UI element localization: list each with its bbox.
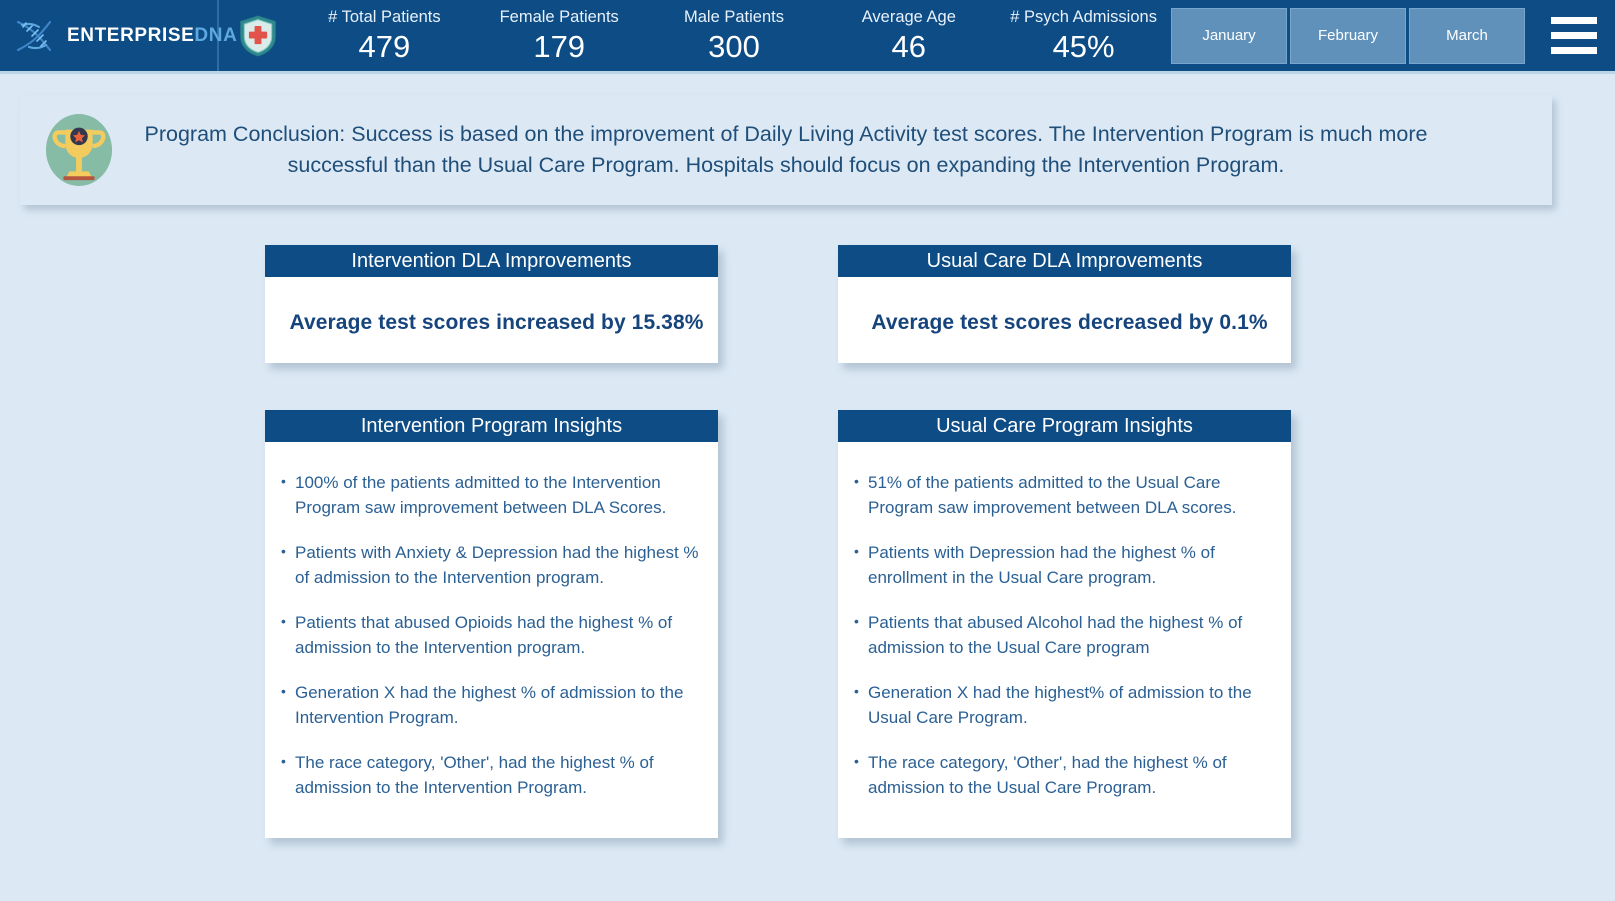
hamburger-bar <box>1551 47 1597 54</box>
list-item: Patients with Depression had the highest… <box>854 539 1277 590</box>
kpi-value: 479 <box>358 29 411 64</box>
app-header: ENTERPRISEDNA # Total Patients 479 Femal… <box>0 0 1615 74</box>
intervention-dla-score: Average test scores increased by 15.38% <box>289 311 704 334</box>
kpi-average-age: Average Age 46 <box>821 4 996 66</box>
intervention-dla-card: Intervention DLA Improvements Average te… <box>265 245 718 363</box>
kpi-psych-admissions: # Psych Admissions 45% <box>996 4 1171 66</box>
usual-care-insights-card: Usual Care Program Insights 51% of the p… <box>838 410 1291 838</box>
kpi-male-patients: Male Patients 300 <box>647 4 822 66</box>
dna-helix-icon <box>12 19 56 53</box>
trophy-icon <box>20 112 138 188</box>
usual-care-insights-list: 51% of the patients admitted to the Usua… <box>838 442 1291 800</box>
month-button-january[interactable]: January <box>1171 7 1287 64</box>
list-item: Generation X had the highest% of admissi… <box>854 679 1277 730</box>
kpi-label: Average Age <box>861 8 956 26</box>
card-title: Usual Care Program Insights <box>838 410 1291 442</box>
hamburger-menu-icon[interactable] <box>1541 0 1615 71</box>
brand-name-enterprise: ENTERPRISE <box>67 24 195 46</box>
kpi-label: Female Patients <box>499 8 619 26</box>
list-item: The race category, 'Other', had the high… <box>854 749 1277 800</box>
kpi-label: # Total Patients <box>328 8 441 26</box>
list-item: Patients that abused Opioids had the hig… <box>281 609 704 660</box>
kpi-total-patients: # Total Patients 479 <box>297 4 472 66</box>
list-item: Generation X had the highest % of admiss… <box>281 679 704 730</box>
usual-care-dla-card: Usual Care DLA Improvements Average test… <box>838 245 1291 363</box>
card-title: Usual Care DLA Improvements <box>838 245 1291 277</box>
brand-name: ENTERPRISEDNA <box>67 25 237 47</box>
intervention-insights-list: 100% of the patients admitted to the Int… <box>265 442 718 800</box>
brand-logo[interactable]: ENTERPRISEDNA <box>0 0 237 71</box>
kpi-value: 179 <box>533 29 586 64</box>
month-button-march[interactable]: March <box>1409 7 1525 64</box>
program-conclusion-banner: Program Conclusion: Success is based on … <box>20 95 1552 205</box>
list-item: 51% of the patients admitted to the Usua… <box>854 469 1277 520</box>
conclusion-text: Program Conclusion: Success is based on … <box>144 122 1428 177</box>
kpi-female-patients: Female Patients 179 <box>472 4 647 66</box>
kpi-row: # Total Patients 479 Female Patients 179… <box>297 0 1171 71</box>
month-button-february[interactable]: February <box>1290 7 1406 64</box>
list-item: The race category, 'Other', had the high… <box>281 749 704 800</box>
kpi-label: Male Patients <box>684 8 784 26</box>
list-item: 100% of the patients admitted to the Int… <box>281 469 704 520</box>
card-title: Intervention Program Insights <box>265 410 718 442</box>
hamburger-bar <box>1551 17 1597 24</box>
month-filter-group: January February March <box>1171 0 1541 71</box>
list-item: Patients that abused Alcohol had the hig… <box>854 609 1277 660</box>
kpi-label: # Psych Admissions <box>1010 8 1157 26</box>
kpi-value: 45% <box>1052 29 1115 64</box>
list-item: Patients with Anxiety & Depression had t… <box>281 539 704 590</box>
intervention-insights-card: Intervention Program Insights 100% of th… <box>265 410 718 838</box>
medical-shield-icon <box>219 0 297 71</box>
kpi-value: 300 <box>708 29 760 64</box>
usual-care-dla-score: Average test scores decreased by 0.1% <box>871 311 1268 334</box>
kpi-value: 46 <box>891 29 927 64</box>
card-title: Intervention DLA Improvements <box>265 245 718 277</box>
hamburger-bar <box>1551 32 1597 39</box>
